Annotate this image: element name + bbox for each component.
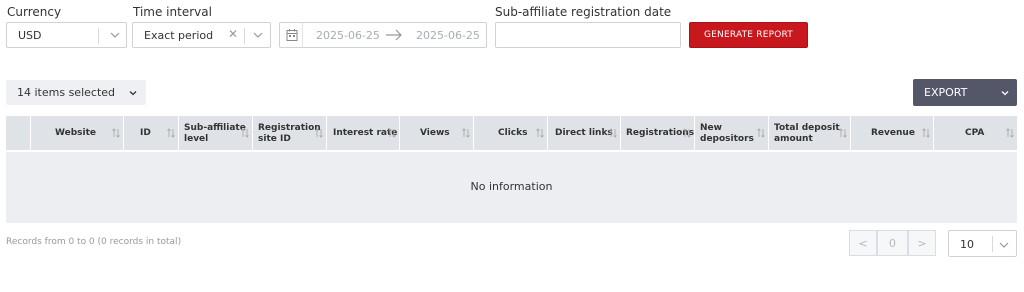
column-header[interactable]: Views [399, 116, 473, 150]
column-header[interactable]: Total deposit amount [768, 116, 850, 150]
sort-icon[interactable] [683, 128, 691, 138]
select-divider [992, 236, 993, 252]
date-to[interactable]: 2025-06-25 [416, 29, 480, 42]
date-divider [302, 23, 303, 47]
column-header[interactable]: Registrations [620, 116, 694, 150]
table-header: Website ID Sub-affiliate level Registration s… [6, 116, 1017, 150]
time-interval-label: Time interval [133, 5, 212, 19]
column-header-label: Total deposit amount [774, 123, 840, 145]
chevron-down-icon [253, 32, 263, 38]
column-header-label: Clicks [498, 128, 527, 139]
generate-report-button[interactable]: GENERATE REPORT [689, 22, 808, 48]
next-page-button[interactable]: > [908, 230, 936, 256]
arrow-right-icon [386, 29, 402, 41]
sort-icon[interactable] [112, 128, 120, 138]
export-button[interactable]: EXPORT [913, 79, 1017, 106]
clear-icon[interactable]: ✕ [228, 27, 238, 41]
column-header-line: Views [420, 128, 450, 138]
empty-state-text: No information [470, 180, 553, 193]
chevron-down-icon [1001, 91, 1009, 96]
report-table: Website ID Sub-affiliate level Registration s… [6, 116, 1017, 223]
page-size-value: 10 [960, 238, 974, 251]
column-header[interactable]: ID [123, 116, 178, 150]
currency-label: Currency [7, 5, 62, 19]
table-body: No information [6, 152, 1017, 223]
column-header-label: New depositors [700, 123, 754, 145]
sort-icon[interactable] [315, 128, 323, 138]
column-header-label: CPA [965, 128, 984, 139]
columns-selected-label: 14 items selected [17, 86, 116, 99]
sort-icon[interactable] [388, 128, 396, 138]
column-header-label: Registration site ID [258, 123, 321, 145]
column-header[interactable]: Clicks [473, 116, 547, 150]
column-header-line: ID [140, 128, 151, 138]
sort-icon[interactable] [462, 128, 470, 138]
sort-icon[interactable] [757, 128, 765, 138]
chevron-down-icon [999, 242, 1009, 248]
column-header-label: Sub-affiliate level [184, 123, 246, 145]
chevron-down-icon [129, 91, 137, 96]
column-header-label: ID [140, 128, 151, 139]
column-header-line: Clicks [498, 128, 528, 138]
prev-page-button[interactable]: < [849, 230, 877, 256]
sub-affiliate-date-input[interactable] [495, 22, 681, 48]
date-from[interactable]: 2025-06-25 [316, 29, 380, 42]
sort-icon[interactable] [609, 128, 617, 138]
calendar-icon [286, 29, 298, 41]
column-header-line: CPA [965, 128, 985, 138]
sub-affiliate-date-label: Sub-affiliate registration date [495, 5, 672, 19]
column-header-line: depositors [700, 134, 754, 144]
table-header-spacer [6, 116, 30, 150]
column-header-label: Revenue [871, 128, 915, 139]
column-header-line: amount [774, 134, 813, 144]
column-header[interactable]: Website [30, 116, 123, 150]
date-range-picker[interactable]: 2025-06-25 2025-06-25 [279, 22, 487, 48]
chevron-down-icon [110, 32, 120, 38]
column-header[interactable]: Registration site ID [252, 116, 326, 150]
currency-select[interactable]: USD [6, 22, 127, 48]
sort-icon[interactable] [536, 128, 544, 138]
column-header-line: Revenue [871, 128, 915, 138]
column-header[interactable]: New depositors [694, 116, 768, 150]
page-size-select[interactable]: 10 [948, 230, 1017, 257]
sort-icon[interactable] [1006, 128, 1014, 138]
select-divider [98, 28, 99, 44]
column-header-line: New [700, 123, 722, 133]
current-page: 0 [877, 230, 908, 256]
records-count: Records from 0 to 0 (0 records in total) [6, 237, 182, 247]
column-header-line: Direct links [555, 128, 613, 138]
sort-icon[interactable] [922, 128, 930, 138]
time-interval-value: Exact period [144, 29, 214, 42]
currency-value: USD [18, 29, 42, 42]
column-header-label: Direct links [555, 128, 613, 139]
export-label: EXPORT [924, 86, 968, 99]
sort-icon[interactable] [167, 128, 175, 138]
sort-icon[interactable] [839, 128, 847, 138]
column-header-label: Website [55, 128, 96, 139]
column-header-line: Total deposit [774, 123, 840, 133]
column-header[interactable]: Sub-affiliate level [178, 116, 252, 150]
time-interval-select[interactable]: Exact period ✕ [132, 22, 271, 48]
sort-icon[interactable] [241, 128, 249, 138]
column-header-line: level [184, 134, 209, 144]
column-header[interactable]: CPA [933, 116, 1017, 150]
columns-select-button[interactable]: 14 items selected [6, 80, 146, 105]
column-header-label: Views [420, 128, 450, 139]
select-divider [244, 28, 245, 44]
column-header-line: site ID [258, 134, 291, 144]
column-header-line: Registration [258, 123, 321, 133]
column-header-line: Website [55, 128, 97, 138]
column-header-line: Sub-affiliate [184, 123, 246, 133]
column-header[interactable]: Interest rate [326, 116, 399, 150]
column-header[interactable]: Revenue [850, 116, 933, 150]
column-header[interactable]: Direct links [547, 116, 620, 150]
